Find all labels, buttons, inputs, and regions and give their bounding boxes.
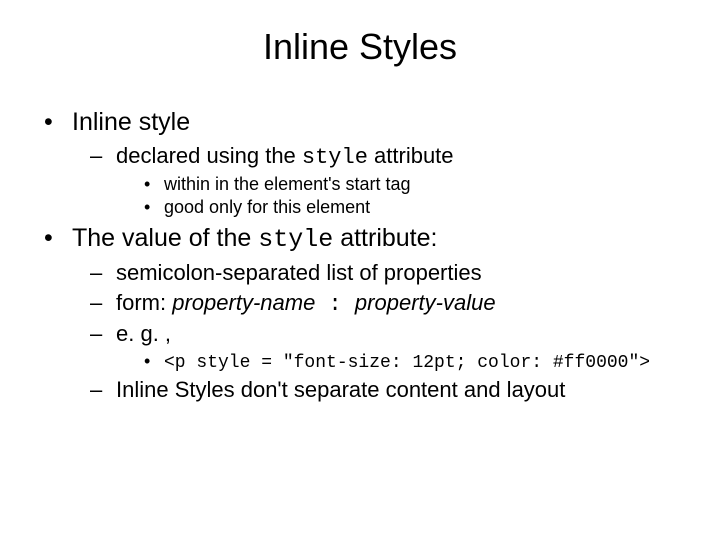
b1-1-t2: attribute	[368, 143, 454, 168]
b2-2-pn: property-name	[172, 290, 315, 315]
bullet-1-text: Inline style	[72, 108, 190, 136]
bullet-2-1: semicolon-separated list of properties	[90, 260, 700, 286]
b2-code: style	[258, 225, 333, 254]
bullet-2: The value of the style attribute: semico…	[44, 224, 700, 403]
bullet-2-3-1: <p style = "font-size: 12pt; color: #ff0…	[144, 351, 700, 373]
bullet-2-3: e. g. , <p style = "font-size: 12pt; col…	[90, 321, 700, 373]
slide-title: Inline Styles	[20, 26, 700, 68]
b2-3-code: <p style = "font-size: 12pt; color: #ff0…	[164, 353, 650, 373]
b2-t1: The value of the	[72, 224, 258, 252]
b2-2-pv: property-value	[355, 290, 496, 315]
bullet-1-sublist: declared using the style attribute withi…	[72, 143, 700, 218]
bullet-2-2: form: property-name : property-value	[90, 290, 700, 317]
b2-t2: attribute:	[333, 224, 437, 252]
bullet-list-level1: Inline style declared using the style at…	[20, 108, 700, 403]
bullet-1-1: declared using the style attribute withi…	[90, 143, 700, 218]
bullet-1-1-1: within in the element's start tag	[144, 174, 700, 195]
bullet-2-sublist: semicolon-separated list of properties f…	[72, 260, 700, 403]
b1-1-t1: declared using the	[116, 143, 302, 168]
bullet-2-4: Inline Styles don't separate content and…	[90, 377, 700, 403]
bullet-1: Inline style declared using the style at…	[44, 108, 700, 218]
b1-1-code: style	[302, 145, 368, 170]
b2-2-colon: :	[315, 292, 355, 317]
bullet-2-3-sublist: <p style = "font-size: 12pt; color: #ff0…	[116, 351, 700, 373]
b2-2-t1: form:	[116, 290, 172, 315]
bullet-1-1-2: good only for this element	[144, 197, 700, 218]
b2-3-t1: e. g. ,	[116, 321, 171, 346]
bullet-1-1-sublist: within in the element's start tag good o…	[116, 174, 700, 218]
